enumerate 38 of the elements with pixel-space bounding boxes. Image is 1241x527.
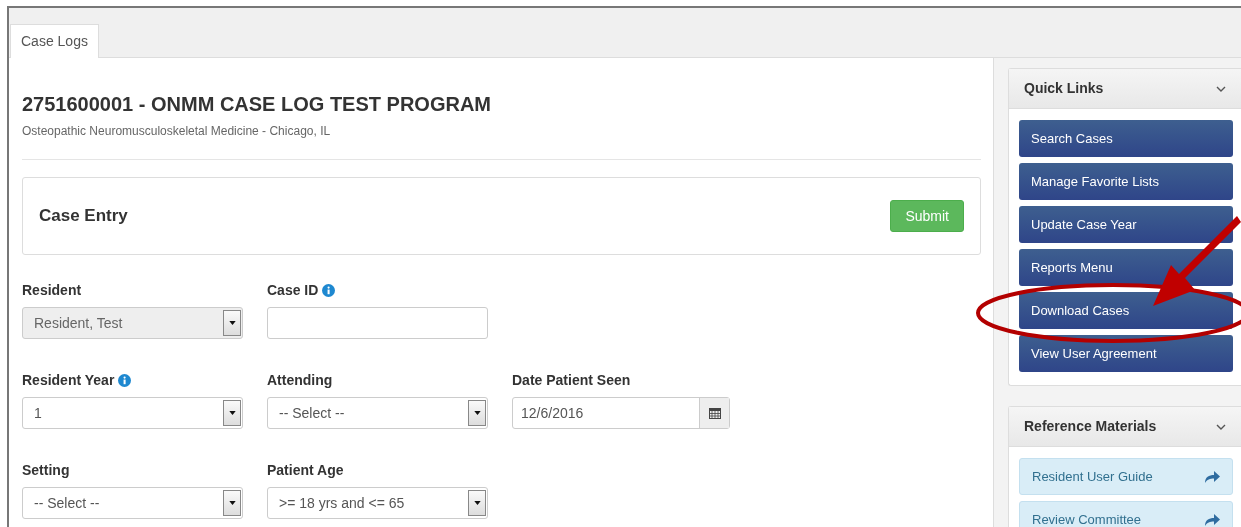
caret-icon (468, 400, 486, 426)
dropdown[interactable]: >= 18 yrs and <= 65 (267, 487, 488, 519)
caret-icon (468, 490, 486, 516)
program-title: 2751600001 - ONMM CASE LOG TEST PROGRAM (22, 92, 492, 116)
info-icon[interactable] (118, 374, 132, 387)
dropdown[interactable]: -- Select -- (267, 397, 488, 429)
caret-icon (223, 400, 241, 426)
quick-link-button[interactable]: Search Cases (1019, 120, 1233, 157)
panel-title: Reference Materials (1024, 417, 1157, 436)
calendar-icon[interactable] (708, 407, 721, 419)
date-field[interactable]: 12/6/2016 (512, 397, 730, 429)
quick-link-button[interactable]: Download Cases (1019, 292, 1233, 329)
reference-link[interactable]: Review Committee (1019, 501, 1233, 527)
info-icon[interactable] (322, 284, 336, 297)
field-label: Patient Age (267, 461, 344, 480)
quick-link-button[interactable]: View User Agreement (1019, 335, 1233, 372)
quick-link-button[interactable]: Manage Favorite Lists (1019, 163, 1233, 200)
tab[interactable]: Case Logs (10, 24, 99, 58)
caret-icon (223, 310, 241, 336)
field-label: Setting (22, 461, 70, 480)
field-label: Resident (22, 281, 82, 300)
program-subtitle: Osteopathic Neuromusculoskeletal Medicine - Chicago, IL (22, 123, 332, 140)
dropdown[interactable]: -- Select -- (22, 487, 243, 519)
field-label: Resident Year (22, 371, 115, 390)
field-label: Date Patient Seen (512, 371, 631, 390)
chevron-down-icon[interactable] (1216, 85, 1226, 92)
dropdown[interactable]: 1 (22, 397, 243, 429)
input-field[interactable] (267, 307, 488, 339)
field-label: Case ID (267, 281, 319, 300)
quick-link-button[interactable]: Update Case Year (1019, 206, 1233, 243)
reference-link[interactable]: Resident User Guide (1019, 458, 1233, 495)
caret-icon (223, 490, 241, 516)
panel-title: Quick Links (1024, 79, 1104, 98)
panel-title: Case Entry (39, 205, 128, 228)
share-arrow-icon (1204, 470, 1220, 483)
chevron-down-icon[interactable] (1216, 423, 1226, 430)
share-arrow-icon (1204, 513, 1220, 526)
field-label: Attending (267, 371, 333, 390)
